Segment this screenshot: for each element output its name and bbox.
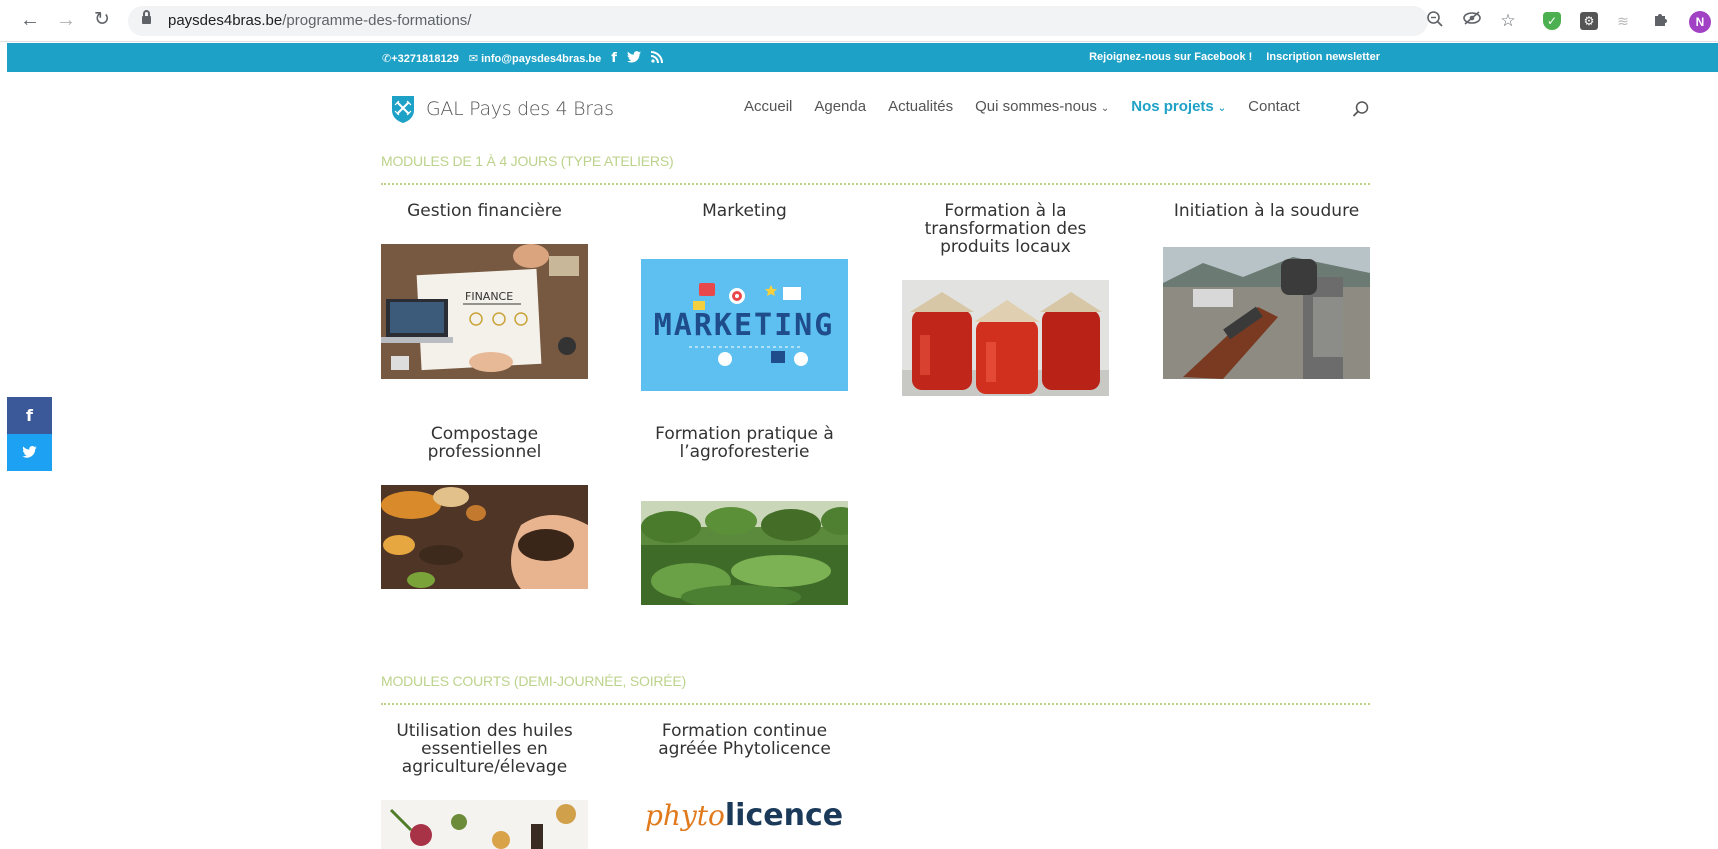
logo-phyto: phyto (645, 799, 725, 832)
url-text[interactable]: paysdes4bras.be/programme-des-formations… (168, 12, 471, 29)
phytolicence-logo[interactable]: phytolicence (645, 798, 850, 838)
menu-label-projets: Nos projets (1131, 98, 1214, 115)
essential-oils-photo[interactable] (381, 800, 588, 849)
card-gestion-financiere[interactable]: Gestion financière (381, 202, 588, 220)
search-icon[interactable] (1352, 100, 1370, 118)
finance-image-text: FINANCE (465, 290, 513, 303)
card-title: Formation à la transformation des produi… (924, 201, 1087, 257)
menu-item-agenda[interactable]: Agenda (814, 98, 866, 115)
card-transformation-produits[interactable]: Formation à la transformation des produi… (902, 202, 1109, 256)
facebook-icon: f (26, 406, 33, 425)
menu-item-actualites[interactable]: Actualités (888, 98, 953, 115)
section-title-ateliers: MODULES DE 1 À 4 JOURS (TYPE ATELIERS) (381, 153, 674, 169)
share-facebook-button[interactable]: f (7, 397, 52, 434)
card-soudure[interactable]: Initiation à la soudure (1163, 202, 1370, 220)
eye-off-icon[interactable] (1461, 10, 1483, 32)
address-bar[interactable]: paysdes4bras.be/programme-des-formations… (128, 6, 1428, 36)
facebook-join-link[interactable]: Rejoignez-nous sur Facebook ! (1089, 51, 1252, 63)
section-title-modules-courts: MODULES COURTS (DEMI-JOURNÉE, SOIRÉE) (381, 673, 687, 689)
bookmark-star-icon[interactable]: ☆ (1497, 10, 1519, 32)
shield-extension-icon[interactable]: ✓ (1543, 12, 1561, 30)
phone-link[interactable]: ✆+3271818129 (382, 52, 459, 65)
topbar-links: Rejoignez-nous sur Facebook ! Inscriptio… (1089, 51, 1380, 63)
card-phytolicence[interactable]: Formation continue agréée Phytolicence (641, 722, 848, 758)
twitter-icon[interactable] (626, 51, 641, 66)
site-logo[interactable]: GAL Pays des 4 Bras (390, 94, 614, 124)
card-title: Gestion financière (407, 201, 562, 221)
twitter-bird-icon (22, 445, 37, 458)
card-title: Utilisation des huiles essentielles en a… (396, 721, 573, 777)
card-title: Formation continue agréée Phytolicence (658, 721, 831, 759)
card-title: Marketing (702, 201, 787, 221)
menu-item-accueil[interactable]: Accueil (744, 98, 792, 115)
marketing-image-text: MARKETING (654, 308, 835, 343)
lock-icon (142, 10, 151, 26)
card-title: Initiation à la soudure (1173, 201, 1360, 221)
forward-arrow-icon[interactable]: → (54, 8, 78, 32)
logo-text: GAL Pays des 4 Bras (426, 98, 614, 120)
tomato-jars-photo[interactable] (902, 280, 1109, 396)
url-host: paysdes4bras.be (168, 12, 283, 29)
chevron-down-icon: ⌄ (1217, 103, 1227, 114)
section-divider (381, 703, 1370, 705)
phone-number: +3271818129 (391, 53, 459, 65)
shield-logo-icon (392, 96, 414, 123)
card-agroforesterie[interactable]: Formation pratique à l’agroforesterie (641, 425, 848, 461)
welding-photo[interactable] (1163, 247, 1370, 379)
email-address: info@paysdes4bras.be (481, 53, 602, 65)
card-compostage[interactable]: Compostage professionnel (381, 425, 588, 461)
envelope-icon: ✉ (468, 53, 479, 65)
marketing-illustration[interactable]: MARKETING (641, 259, 848, 391)
extension-box-icon[interactable]: ⚙ (1580, 12, 1598, 30)
main-menu: Accueil Agenda Actualités Qui sommes-nou… (744, 98, 1300, 115)
agroforestry-field-photo[interactable] (641, 501, 848, 605)
url-path: /programme-des-formations/ (282, 12, 472, 29)
compost-hands-photo[interactable] (381, 485, 588, 589)
top-info-bar: ✆+3271818129 ✉ info@paysdes4bras.be f Re… (7, 43, 1718, 72)
menu-item-contact[interactable]: Contact (1248, 98, 1300, 115)
profile-avatar[interactable]: N (1689, 11, 1711, 33)
share-twitter-button[interactable] (7, 434, 52, 471)
phone-icon: ✆ (382, 53, 392, 65)
reload-icon[interactable]: ↻ (90, 8, 114, 32)
email-link[interactable]: ✉ info@paysdes4bras.be (469, 52, 601, 65)
menu-item-nos-projets[interactable]: Nos projets ⌄ (1131, 98, 1226, 115)
card-marketing[interactable]: Marketing (641, 202, 848, 220)
logo-licence: licence (724, 798, 844, 833)
menu-item-qui-sommes-nous[interactable]: Qui sommes-nous ⌄ (975, 98, 1109, 115)
chevron-down-icon: ⌄ (1100, 103, 1110, 114)
back-arrow-icon[interactable]: ← (18, 8, 42, 32)
contact-info: ✆+3271818129 ✉ info@paysdes4bras.be f (382, 51, 663, 66)
rss-icon[interactable] (650, 51, 663, 66)
extensions-puzzle-icon[interactable] (1650, 10, 1672, 32)
zoom-icon[interactable] (1424, 10, 1446, 32)
finance-desk-photo[interactable]: FINANCE (381, 244, 588, 379)
extension-wifi-icon[interactable]: ≋ (1612, 10, 1634, 32)
card-title: Formation pratique à l’agroforesterie (655, 424, 834, 462)
menu-label-qui: Qui sommes-nous (975, 98, 1097, 115)
facebook-icon[interactable]: f (611, 51, 617, 66)
card-title: Compostage professionnel (427, 424, 542, 462)
browser-toolbar: ← → ↻ paysdes4bras.be/programme-des-form… (0, 0, 1718, 42)
newsletter-link[interactable]: Inscription newsletter (1266, 51, 1380, 63)
card-huiles-essentielles[interactable]: Utilisation des huiles essentielles en a… (381, 722, 588, 776)
section-divider (381, 183, 1370, 185)
